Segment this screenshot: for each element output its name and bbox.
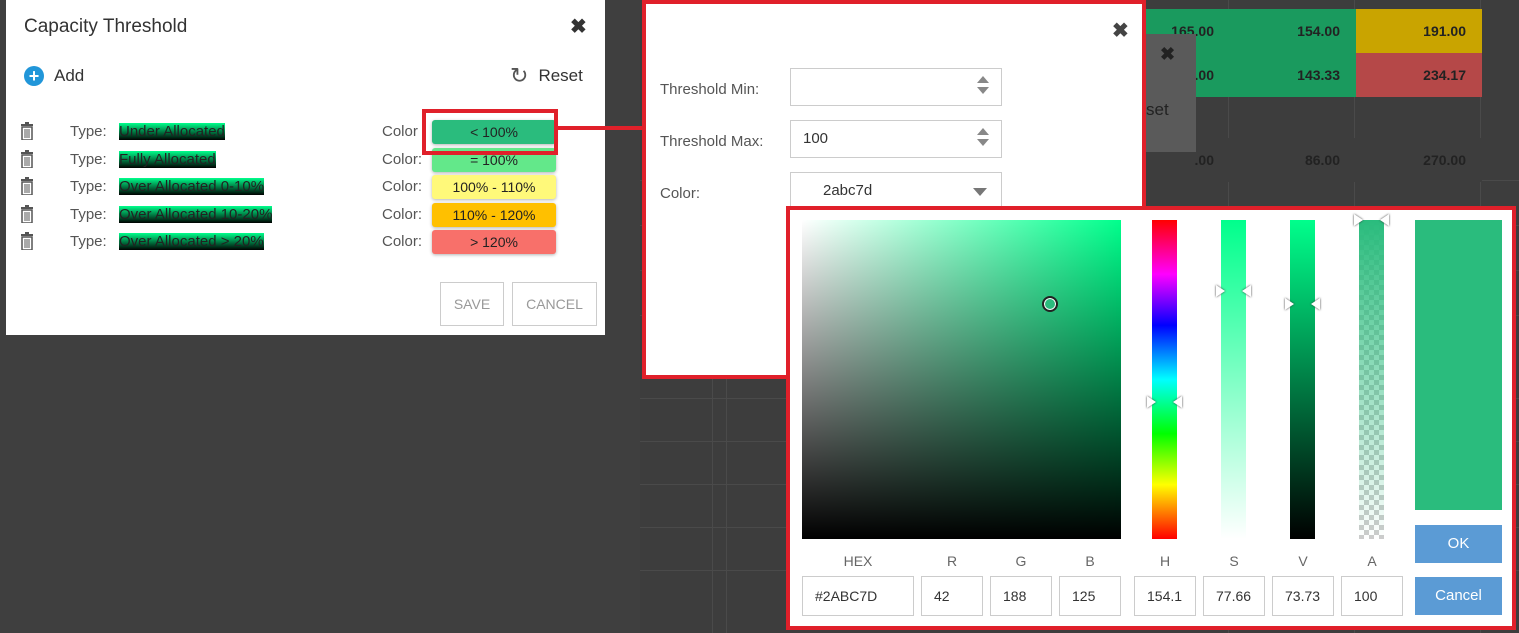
trash-icon[interactable] xyxy=(20,232,34,250)
v-input[interactable]: 73.73 xyxy=(1272,576,1334,616)
type-value: Over Allocated 0-10% xyxy=(119,178,265,195)
color-label: Color: xyxy=(382,178,423,195)
spinner-up-icon[interactable] xyxy=(977,128,989,135)
spinner[interactable] xyxy=(977,76,989,100)
threshold-row: Type: Over Allocated 10-20% Color: 110% … xyxy=(20,203,560,227)
threshold-max-value: 100 xyxy=(803,130,829,147)
threshold-max-label: Threshold Max: xyxy=(660,133,764,150)
sheet-cell: 143.33 xyxy=(1230,53,1356,97)
type-label: Type: xyxy=(70,233,107,250)
spinner-down-icon[interactable] xyxy=(977,87,989,94)
color-dropdown[interactable]: 2abc7d xyxy=(790,172,1002,210)
threshold-min-input[interactable] xyxy=(790,68,1002,106)
threshold-row: Type: Over Allocated 0-10% Color: 100% -… xyxy=(20,175,560,199)
a-input[interactable]: 100 xyxy=(1341,576,1403,616)
s-header: S xyxy=(1229,553,1239,569)
threshold-row: Type: Over Allocated > 20% Color: > 120% xyxy=(20,230,560,254)
hue-slider-handle[interactable] xyxy=(1147,396,1182,408)
add-button[interactable]: + Add xyxy=(24,66,84,86)
sheet-cell: 270.00 xyxy=(1356,138,1482,182)
dropdown-caret-icon xyxy=(973,188,987,196)
b-header: B xyxy=(1085,553,1095,569)
trash-icon[interactable] xyxy=(20,205,34,223)
type-label: Type: xyxy=(70,123,107,140)
threshold-max-input[interactable]: 100 xyxy=(790,120,1002,158)
sheet-cell: 86.00 xyxy=(1230,138,1356,182)
spinner-up-icon[interactable] xyxy=(977,76,989,83)
type-label: Type: xyxy=(70,206,107,223)
b-input[interactable]: 125 xyxy=(1059,576,1121,616)
type-label: Type: xyxy=(70,151,107,168)
close-icon[interactable]: ✖ xyxy=(570,14,587,39)
g-header: G xyxy=(1015,553,1027,569)
background-reset-label: set xyxy=(1146,100,1169,119)
spinner[interactable] xyxy=(977,128,989,152)
sheet-cell: 191.00 xyxy=(1356,9,1482,53)
spinner-down-icon[interactable] xyxy=(977,139,989,146)
hue-slider[interactable] xyxy=(1147,220,1182,539)
dialog-title: Capacity Threshold xyxy=(24,16,188,37)
color-label: Color: xyxy=(660,185,701,202)
value-slider-handle[interactable] xyxy=(1285,298,1320,310)
trash-icon[interactable] xyxy=(20,122,34,140)
color-label: Color: xyxy=(382,151,423,168)
v-header: V xyxy=(1298,553,1308,569)
color-label: Color xyxy=(382,123,418,140)
plus-circle-icon: + xyxy=(24,66,44,86)
r-input[interactable]: 42 xyxy=(921,576,983,616)
alpha-slider[interactable] xyxy=(1354,214,1389,539)
h-input[interactable]: 154.1 xyxy=(1134,576,1196,616)
close-icon[interactable]: ✖ xyxy=(1112,18,1129,43)
sv-picker-cursor[interactable] xyxy=(1042,296,1058,312)
reset-label: Reset xyxy=(538,66,583,85)
color-swatch[interactable]: 100% - 110% xyxy=(432,175,556,199)
threshold-min-label: Threshold Min: xyxy=(660,81,760,98)
type-label: Type: xyxy=(70,178,107,195)
close-icon: ✖ xyxy=(1160,44,1176,64)
hex-header: HEX xyxy=(843,553,873,569)
saturation-slider-handle[interactable] xyxy=(1216,285,1251,297)
color-swatch[interactable]: 110% - 120% xyxy=(432,203,556,227)
s-input[interactable]: 77.66 xyxy=(1203,576,1265,616)
type-value: Under Allocated xyxy=(119,123,225,140)
reset-button[interactable]: ↻ Reset xyxy=(510,63,583,88)
alpha-slider-handle[interactable] xyxy=(1354,214,1389,226)
cancel-button[interactable]: CANCEL xyxy=(512,282,597,326)
trash-icon[interactable] xyxy=(20,150,34,168)
color-preview xyxy=(1415,220,1502,510)
value-slider[interactable] xyxy=(1285,220,1320,539)
color-label: Color: xyxy=(382,233,423,250)
sheet-cell: 154.00 xyxy=(1230,9,1356,53)
saturation-slider[interactable] xyxy=(1216,220,1251,539)
color-swatch[interactable]: > 120% xyxy=(432,230,556,254)
color-dropdown-value: 2abc7d xyxy=(823,182,873,199)
saturation-value-area[interactable] xyxy=(802,220,1121,539)
color-label: Color: xyxy=(382,206,423,223)
highlight-connector xyxy=(558,126,644,130)
reset-icon: ↻ xyxy=(510,63,529,88)
highlight-box xyxy=(422,109,558,155)
ok-button[interactable]: OK xyxy=(1415,525,1502,563)
trash-icon[interactable] xyxy=(20,177,34,195)
save-button[interactable]: SAVE xyxy=(440,282,504,326)
hex-input[interactable]: #2ABC7D xyxy=(802,576,914,616)
h-header: H xyxy=(1159,553,1171,569)
g-input[interactable]: 188 xyxy=(990,576,1052,616)
type-value: Fully Allocated xyxy=(119,151,216,168)
capacity-threshold-dialog: Capacity Threshold ✖ + Add ↻ Reset Type:… xyxy=(6,0,605,335)
add-label: Add xyxy=(54,66,85,85)
cancel-button[interactable]: Cancel xyxy=(1415,577,1502,615)
type-value: Over Allocated 10-20% xyxy=(119,206,273,223)
a-header: A xyxy=(1367,553,1377,569)
r-header: R xyxy=(946,553,958,569)
sheet-cell: 234.17 xyxy=(1356,53,1482,97)
type-value: Over Allocated > 20% xyxy=(119,233,264,250)
